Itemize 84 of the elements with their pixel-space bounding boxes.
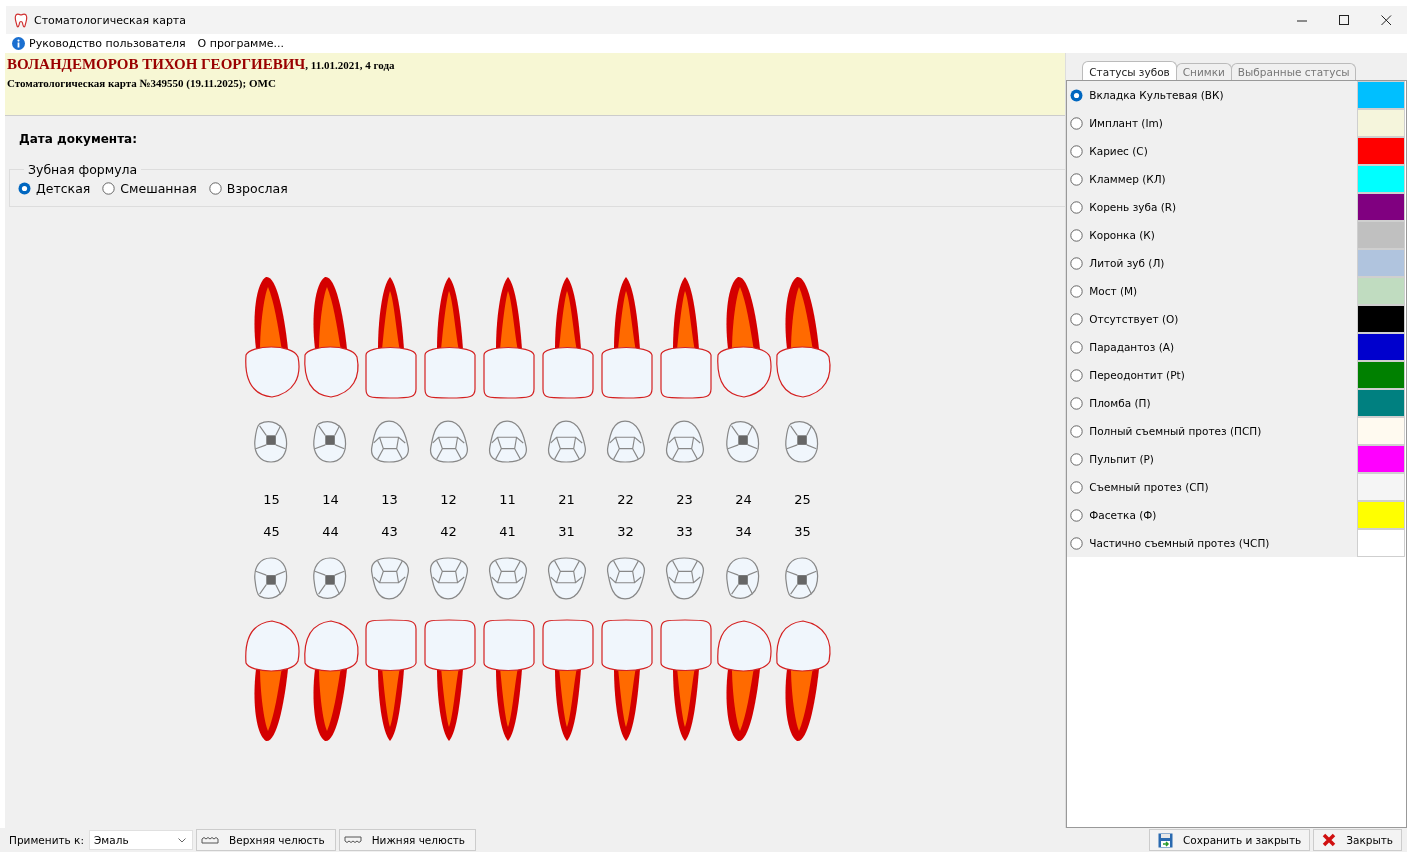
tooth-number: 44 bbox=[322, 523, 339, 541]
radio-button[interactable] bbox=[1070, 452, 1084, 466]
status-label[interactable]: Кариес (С) bbox=[1089, 145, 1148, 157]
save-icon bbox=[1158, 832, 1174, 848]
radio-button[interactable] bbox=[18, 182, 31, 195]
radio-button[interactable] bbox=[1070, 480, 1084, 494]
jaw-button[interactable]: Нижняя челюсть bbox=[338, 829, 476, 851]
tooth-number: 31 bbox=[558, 523, 575, 541]
radio-button[interactable] bbox=[1070, 88, 1084, 102]
radio-label[interactable]: Смешанная bbox=[120, 181, 197, 196]
apply-label: Применить к: bbox=[9, 834, 84, 846]
radio-button[interactable] bbox=[1070, 312, 1084, 326]
close-icon[interactable] bbox=[1380, 14, 1392, 26]
tooth-number: 42 bbox=[440, 523, 457, 541]
tooth-number: 35 bbox=[794, 523, 811, 541]
radio-button[interactable] bbox=[1070, 200, 1084, 214]
radio-button[interactable] bbox=[1070, 340, 1084, 354]
status-label[interactable]: Корень зуба (R) bbox=[1089, 201, 1177, 213]
jaw-button[interactable]: Верхняя челюсть bbox=[196, 829, 336, 851]
card-info: Стоматологическая карта №349550 (19.11.2025); ОМС bbox=[7, 77, 277, 89]
tooth-number: 24 bbox=[735, 491, 752, 509]
apply-dropdown[interactable]: Эмаль bbox=[89, 830, 193, 850]
status-label[interactable]: Пульпит (Р) bbox=[1089, 453, 1154, 465]
tooth-icon bbox=[14, 12, 28, 28]
status-label[interactable]: Фасетка (Ф) bbox=[1089, 509, 1157, 521]
radio-button[interactable] bbox=[1070, 536, 1084, 550]
save-close-button[interactable]: Сохранить и закрыть bbox=[1149, 829, 1311, 851]
radio-label[interactable]: Детская bbox=[36, 181, 91, 196]
tooth-number: 11 bbox=[499, 491, 516, 509]
tooth-number: 21 bbox=[558, 491, 575, 509]
tooth-number: 41 bbox=[499, 523, 516, 541]
tooth-number: 45 bbox=[263, 523, 280, 541]
radio-label[interactable]: Взрослая bbox=[226, 181, 288, 196]
radio-button[interactable] bbox=[1070, 508, 1084, 522]
radio-button[interactable] bbox=[1070, 284, 1084, 298]
radio-button[interactable] bbox=[1070, 116, 1084, 130]
tooth-number: 23 bbox=[676, 491, 693, 509]
close-button[interactable]: Закрыть bbox=[1313, 829, 1402, 851]
patient-details: , 11.01.2021, 4 года bbox=[305, 59, 395, 71]
status-label[interactable]: Переодонтит (Pt) bbox=[1089, 369, 1185, 381]
radio-button[interactable] bbox=[1070, 256, 1084, 270]
status-label[interactable]: Съемный протез (СП) bbox=[1089, 481, 1209, 493]
radio-button[interactable] bbox=[1070, 396, 1084, 410]
status-label[interactable]: Частично съемный протез (ЧСП) bbox=[1089, 537, 1270, 549]
status-label[interactable]: Коронка (К) bbox=[1089, 229, 1155, 241]
status-label[interactable]: Полный съемный протез (ПСП) bbox=[1089, 425, 1262, 437]
tooth-number: 43 bbox=[381, 523, 398, 541]
tooth-number: 34 bbox=[735, 523, 752, 541]
radio-button[interactable] bbox=[1070, 424, 1084, 438]
status-label[interactable]: Парадантоз (А) bbox=[1089, 341, 1175, 353]
menu-item[interactable]: О программе... bbox=[197, 37, 284, 50]
lower-teeth-icon bbox=[343, 836, 362, 844]
tooth-number: 12 bbox=[440, 491, 457, 509]
status-label[interactable]: Имплант (Im) bbox=[1089, 117, 1163, 129]
radio-button[interactable] bbox=[1070, 172, 1084, 186]
radio-button[interactable] bbox=[102, 182, 116, 195]
status-label[interactable]: Мост (М) bbox=[1089, 285, 1138, 297]
radio-button[interactable] bbox=[1070, 144, 1084, 158]
window-title: Стоматологическая карта bbox=[34, 13, 187, 27]
tooth-number: 13 bbox=[381, 491, 398, 509]
status-label[interactable]: Отсутствует (О) bbox=[1089, 313, 1179, 325]
maximize-icon[interactable] bbox=[1338, 14, 1350, 26]
tab[interactable]: Статусы зубов bbox=[1082, 61, 1177, 80]
status-label[interactable]: Пломба (П) bbox=[1089, 397, 1151, 409]
tab[interactable]: Выбранные статусы bbox=[1230, 63, 1357, 80]
tooth-number: 25 bbox=[794, 491, 811, 509]
status-label[interactable]: Вкладка Культевая (ВК) bbox=[1089, 89, 1224, 101]
tooth-number: 22 bbox=[617, 491, 634, 509]
tooth-number: 33 bbox=[676, 523, 693, 541]
tooth-number: 15 bbox=[263, 491, 280, 509]
tooth-number: 32 bbox=[617, 523, 634, 541]
tooth-number: 14 bbox=[322, 491, 339, 509]
status-label[interactable]: Кламмер (КЛ) bbox=[1089, 173, 1166, 185]
radio-button[interactable] bbox=[1070, 228, 1084, 242]
group-title: Зубная формула bbox=[27, 162, 139, 177]
close-icon bbox=[1322, 833, 1337, 847]
menu-item[interactable]: Руководство пользователя bbox=[12, 37, 186, 50]
upper-teeth-icon bbox=[201, 836, 219, 844]
radio-button[interactable] bbox=[1070, 368, 1084, 382]
status-label[interactable]: Литой зуб (Л) bbox=[1089, 257, 1165, 269]
info-icon bbox=[12, 37, 25, 50]
radio-button[interactable] bbox=[208, 182, 222, 195]
chevron-down-icon bbox=[178, 837, 186, 843]
document-date-label: Дата документа: bbox=[19, 132, 137, 146]
